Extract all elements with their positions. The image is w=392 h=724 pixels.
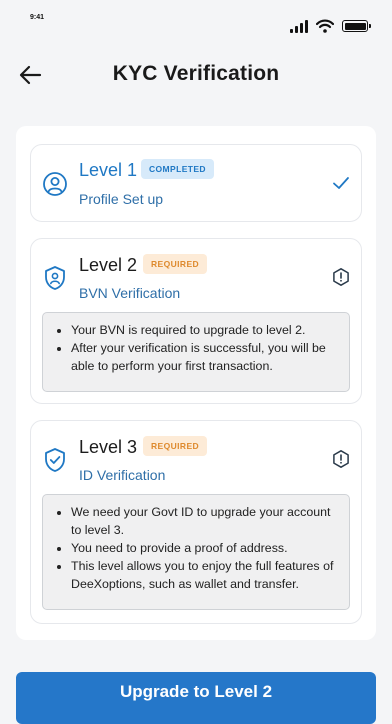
header: KYC Verification <box>0 52 392 98</box>
list-item: We need your Govt ID to upgrade your acc… <box>71 503 339 539</box>
status-bar: 9:41 <box>0 0 392 40</box>
level-2-card[interactable]: Level 2 REQUIRED BVN Verification Your B… <box>30 238 362 404</box>
level-1-status-badge: COMPLETED <box>141 159 214 179</box>
level-2-requirements: Your BVN is required to upgrade to level… <box>42 312 350 392</box>
level-3-card[interactable]: Level 3 REQUIRED ID Verification We need… <box>30 420 362 624</box>
user-circle-icon <box>43 172 67 196</box>
shield-check-icon <box>45 448 65 472</box>
level-2-title: Level 2 <box>79 255 138 275</box>
cellular-signal-icon <box>290 19 308 33</box>
list-item: Your BVN is required to upgrade to level… <box>71 321 339 339</box>
battery-icon <box>342 20 371 32</box>
status-time: 9:41 <box>30 14 45 21</box>
level-3-subtitle: ID Verification <box>79 467 166 483</box>
check-icon <box>333 177 349 189</box>
list-item: This level allows you to enjoy the full … <box>71 557 339 593</box>
level-3-title: Level 3 <box>79 437 138 457</box>
level-3-status-badge: REQUIRED <box>143 436 208 456</box>
level-1-card[interactable]: Level 1 COMPLETED Profile Set up <box>30 144 362 222</box>
level-3-requirements: We need your Govt ID to upgrade your acc… <box>42 494 350 610</box>
level-1-subtitle: Profile Set up <box>79 191 164 207</box>
info-alert-icon[interactable] <box>331 449 351 469</box>
info-alert-icon[interactable] <box>331 267 351 287</box>
level-2-status-badge: REQUIRED <box>143 254 208 274</box>
list-item: After your verification is successful, y… <box>71 339 339 375</box>
kyc-levels-panel: Level 1 COMPLETED Profile Set up Level 2… <box>16 126 376 640</box>
wifi-icon <box>316 19 334 33</box>
list-item: You need to provide a proof of address. <box>71 539 339 557</box>
upgrade-level-button[interactable]: Upgrade to Level 2 <box>16 672 376 724</box>
page-title: KYC Verification <box>112 62 280 85</box>
shield-user-icon <box>45 266 65 290</box>
level-1-title: Level 1 <box>79 160 138 180</box>
level-2-subtitle: BVN Verification <box>79 285 181 301</box>
status-icons <box>290 19 371 33</box>
